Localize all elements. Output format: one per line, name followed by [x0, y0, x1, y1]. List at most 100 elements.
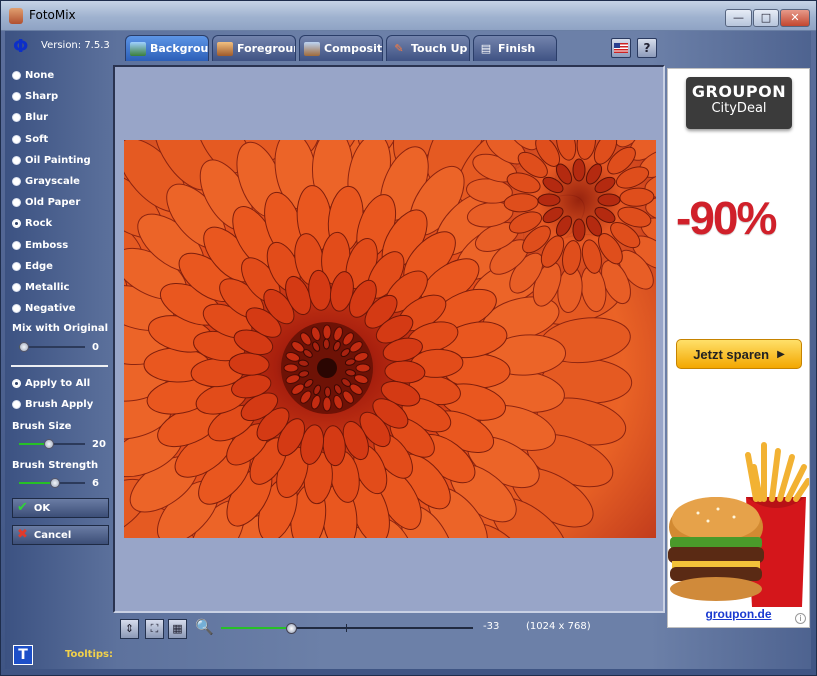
zoom-slider-fill	[221, 627, 292, 629]
tab-finish[interactable]: ▤ Finish	[473, 35, 557, 61]
effect-option-label: Rock	[25, 217, 53, 229]
tab-touch-up[interactable]: ✎ Touch Up	[386, 35, 470, 61]
radio-button[interactable]	[12, 261, 21, 271]
brush-size-thumb[interactable]	[44, 439, 55, 449]
help-button[interactable]: ?	[637, 38, 657, 58]
effect-option-label: Oil Painting	[25, 154, 91, 166]
groupon-ad[interactable]: GROUPON CityDeal -90% Jetzt sparen ▶ gro…	[667, 68, 810, 628]
ok-button[interactable]: ✔ OK	[12, 498, 109, 518]
fit-window-button[interactable]: ⛶	[145, 619, 164, 639]
brush-size-label: Brush Size	[12, 421, 72, 432]
apply-option-apply-to-all[interactable]: Apply to All	[12, 375, 90, 391]
cross-icon: ✖	[17, 527, 28, 542]
effect-option-oil-painting[interactable]: Oil Painting	[12, 152, 91, 168]
effect-option-edge[interactable]: Edge	[12, 258, 53, 274]
effect-option-negative[interactable]: Negative	[12, 300, 76, 316]
radio-button[interactable]	[12, 303, 21, 313]
effect-option-label: Edge	[25, 260, 53, 272]
effect-option-soft[interactable]: Soft	[12, 131, 48, 147]
flag-icon	[614, 43, 628, 53]
window-title: FotoMix	[29, 8, 76, 22]
fit-height-button[interactable]: ⇕	[120, 619, 139, 639]
radio-button[interactable]	[12, 378, 21, 388]
play-arrow-icon: ▶	[777, 348, 785, 360]
title-bar[interactable]: FotoMix — □ ✕	[1, 1, 816, 31]
effect-option-rock[interactable]: Rock	[12, 215, 52, 231]
effect-option-label: Negative	[25, 302, 76, 314]
fotomix-logo-icon: Φ	[13, 36, 29, 57]
brush-size-slider[interactable]	[19, 439, 85, 449]
mix-slider-thumb[interactable]	[19, 342, 29, 352]
finish-icon: ▤	[480, 41, 492, 55]
cancel-button[interactable]: ✖ Cancel	[12, 525, 109, 545]
ad-url-link[interactable]: groupon.de	[668, 607, 809, 621]
zoom-slider-thumb[interactable]	[286, 623, 298, 634]
radio-button[interactable]	[12, 91, 21, 101]
apply-option-brush-apply[interactable]: Brush Apply	[12, 396, 93, 412]
effect-option-label: Blur	[25, 111, 49, 123]
fotomix-window: FotoMix — □ ✕ Φ Version: 7.5.3 None Sharp…	[0, 0, 817, 676]
radio-button[interactable]	[12, 240, 21, 250]
radio-button[interactable]	[12, 176, 21, 186]
tab-composition-label: Compositio	[324, 42, 383, 55]
zoom-slider[interactable]	[221, 622, 473, 634]
effect-option-sharp[interactable]: Sharp	[12, 88, 58, 104]
checkmark-icon: ✔	[17, 500, 28, 515]
flower-photo	[124, 140, 656, 538]
tab-background-label: Backgroun	[150, 42, 209, 55]
brush-icon: ✎	[394, 41, 404, 55]
zoom-slider-tick	[346, 624, 347, 632]
effect-option-label: Old Paper	[25, 196, 81, 208]
minimize-button[interactable]: —	[725, 9, 752, 27]
ad-cta-button[interactable]: Jetzt sparen ▶	[676, 339, 802, 369]
tab-background[interactable]: Backgroun	[125, 35, 209, 61]
tab-foreground-label: Foregroun	[237, 42, 296, 55]
effect-option-grayscale[interactable]: Grayscale	[12, 173, 80, 189]
effect-option-label: None	[25, 69, 55, 81]
brush-strength-slider[interactable]	[19, 478, 85, 488]
effect-option-label: Grayscale	[25, 175, 80, 187]
mix-slider[interactable]	[19, 342, 85, 352]
apply-option-label: Apply to All	[25, 377, 91, 389]
radio-button[interactable]	[12, 155, 21, 165]
background-tab-icon	[130, 41, 146, 56]
ok-label: OK	[33, 502, 51, 514]
ad-cta-label: Jetzt sparen	[693, 346, 770, 362]
tooltips-label: Tooltips:	[65, 649, 113, 660]
radio-button[interactable]	[12, 112, 21, 122]
apply-option-label: Brush Apply	[25, 398, 94, 410]
composition-tab-icon	[304, 41, 320, 56]
actual-size-button[interactable]: ▦	[168, 619, 187, 639]
maximize-button[interactable]: □	[753, 9, 779, 27]
effect-option-metallic[interactable]: Metallic	[12, 279, 69, 295]
tab-finish-label: Finish	[498, 42, 536, 55]
tooltips-toggle-button[interactable]: T	[13, 645, 33, 665]
effect-option-label: Emboss	[25, 239, 69, 251]
app-icon	[9, 8, 23, 24]
brush-size-value: 20	[92, 439, 106, 450]
close-button[interactable]: ✕	[780, 9, 810, 27]
image-canvas[interactable]	[113, 65, 665, 613]
tab-foreground[interactable]: Foregroun	[212, 35, 296, 61]
effect-option-emboss[interactable]: Emboss	[12, 237, 68, 253]
mix-value: 0	[92, 342, 99, 353]
language-button[interactable]	[611, 38, 631, 58]
food-image	[668, 437, 809, 607]
radio-button[interactable]	[12, 399, 21, 409]
effect-option-blur[interactable]: Blur	[12, 109, 48, 125]
info-icon[interactable]: i	[795, 613, 806, 624]
divider	[11, 365, 108, 367]
radio-button[interactable]	[12, 218, 21, 228]
brush-strength-label: Brush Strength	[12, 460, 99, 471]
effect-option-none[interactable]: None	[12, 67, 54, 83]
effect-option-old-paper[interactable]: Old Paper	[12, 194, 80, 210]
radio-button[interactable]	[12, 197, 21, 207]
radio-button[interactable]	[12, 70, 21, 80]
radio-button[interactable]	[12, 134, 21, 144]
radio-button[interactable]	[12, 282, 21, 292]
client-area: Φ Version: 7.5.3 None Sharp Blur Soft Oil Pa…	[5, 31, 811, 669]
brush-strength-value: 6	[92, 478, 99, 489]
groupon-logo: GROUPON CityDeal	[686, 77, 792, 129]
brush-strength-thumb[interactable]	[49, 478, 60, 488]
tab-composition[interactable]: Compositio	[299, 35, 383, 61]
